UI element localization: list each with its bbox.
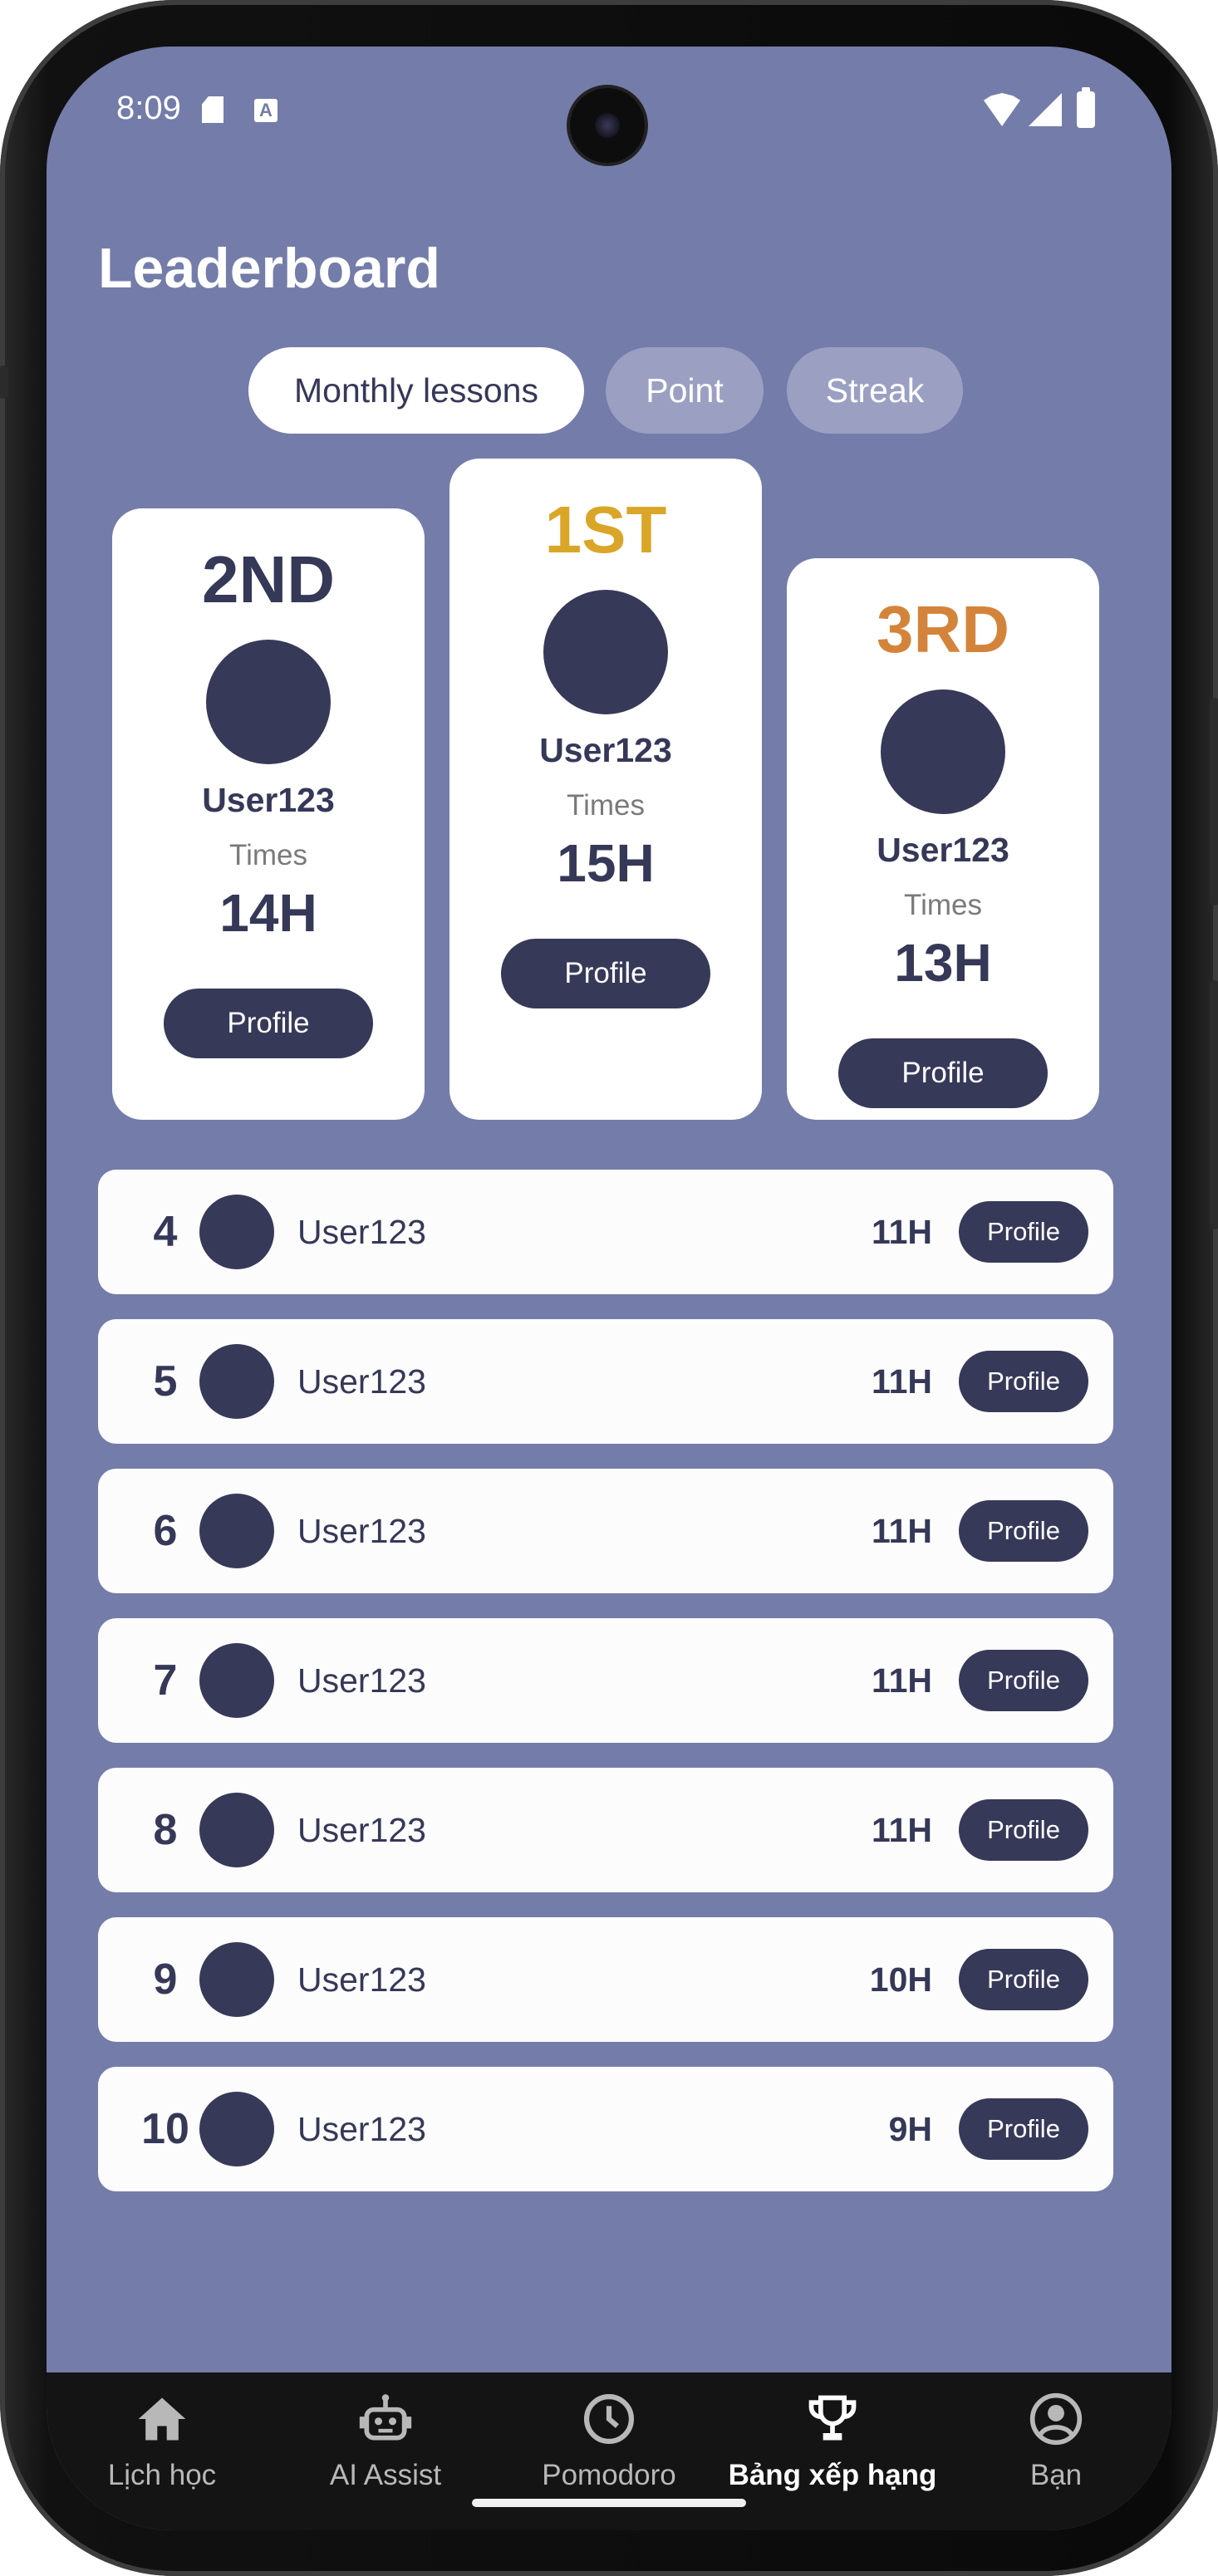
robot-icon (359, 2394, 412, 2441)
list-item: 6 User123 11H Profile (98, 1469, 1113, 1593)
podium-rank: 3RD (876, 592, 1010, 666)
home-indicator[interactable] (472, 2499, 746, 2507)
status-time: 8:09 (116, 90, 181, 126)
nav-item-bang-xep-hang[interactable]: Bảng xếp hạng (720, 2372, 945, 2530)
podium-label: Times (229, 839, 307, 871)
podium-label: Times (904, 889, 982, 921)
front-camera (570, 88, 645, 163)
list-item: 5 User123 11H Profile (98, 1319, 1113, 1444)
tab-streak[interactable]: Streak (787, 347, 963, 434)
profile-button[interactable]: Profile (959, 1949, 1088, 2010)
profile-button[interactable]: Profile (959, 1201, 1088, 1263)
time-value: 10H (869, 1960, 932, 1999)
avatar (543, 590, 668, 714)
translate-icon: A (254, 99, 277, 122)
podium-card-third: 3RD User123 Times 13H Profile (787, 558, 1099, 1120)
page-title: Leaderboard (98, 237, 440, 300)
profile-button[interactable]: Profile (959, 1799, 1088, 1861)
podium-rank: 1ST (544, 493, 667, 567)
side-notch-left (0, 366, 8, 399)
username: User123 (297, 2110, 426, 2148)
time-value: 11H (872, 1362, 932, 1401)
avatar (199, 1942, 274, 2017)
profile-button[interactable]: Profile (959, 1500, 1088, 1562)
username: User123 (297, 1362, 426, 1401)
podium-rank: 2ND (201, 542, 336, 616)
tab-point[interactable]: Point (606, 347, 764, 434)
nav-label: AI Assist (329, 2459, 442, 2491)
account-icon (1029, 2392, 1083, 2446)
volume-button (1210, 980, 1218, 1229)
avatar (199, 1494, 274, 1568)
podium-username: User123 (202, 781, 335, 819)
list-item: 8 User123 11H Profile (98, 1768, 1113, 1892)
time-value: 11H (872, 1811, 932, 1849)
list-item: 9 User123 10H Profile (98, 1917, 1113, 2042)
profile-button[interactable]: Profile (838, 1038, 1048, 1108)
nav-item-ban[interactable]: Bạn (944, 2372, 1168, 2530)
username: User123 (297, 1960, 426, 1999)
tab-monthly-lessons[interactable]: Monthly lessons (248, 347, 584, 434)
avatar (199, 1793, 274, 1867)
nav-label: Bạn (1029, 2459, 1083, 2491)
profile-button[interactable]: Profile (501, 939, 710, 1008)
podium-value: 15H (557, 833, 655, 893)
power-button (1210, 698, 1218, 905)
avatar (206, 640, 331, 764)
podium-value: 13H (894, 933, 992, 993)
username: User123 (297, 1661, 426, 1700)
nav-label: Bảng xếp hạng (728, 2459, 937, 2491)
home-icon (138, 2397, 186, 2441)
phone-frame: 8:09 A Leaderboard Monthly lessons Point… (0, 0, 1218, 2576)
trophy-icon (808, 2395, 857, 2441)
podium-username: User123 (877, 831, 1009, 869)
avatar (881, 689, 1005, 814)
app-screen: 8:09 A Leaderboard Monthly lessons Point… (47, 47, 1171, 2530)
wifi-icon (984, 93, 1020, 126)
profile-button[interactable]: Profile (959, 2098, 1088, 2160)
avatar (199, 1344, 274, 1419)
podium-label: Times (567, 789, 645, 822)
nav-item-lich-hoc[interactable]: Lịch học (50, 2372, 274, 2530)
podium-username: User123 (539, 731, 672, 769)
podium-card-first: 1ST User123 Times 15H Profile (449, 459, 762, 1120)
username: User123 (297, 1811, 426, 1849)
profile-button[interactable]: Profile (959, 1351, 1088, 1412)
username: User123 (297, 1213, 426, 1251)
clock-icon (583, 2393, 635, 2445)
list-item: 10 User123 9H Profile (98, 2067, 1113, 2191)
podium-value: 14H (219, 883, 317, 943)
time-value: 11H (872, 1661, 932, 1700)
avatar (199, 1195, 274, 1269)
profile-button[interactable]: Profile (959, 1650, 1088, 1711)
list-item: 7 User123 11H Profile (98, 1618, 1113, 1743)
time-value: 9H (888, 2110, 932, 2148)
podium-card-second: 2ND User123 Times 14H Profile (112, 508, 425, 1120)
sd-card-icon (202, 96, 223, 123)
profile-button[interactable]: Profile (164, 989, 373, 1058)
nav-item-ai-assist[interactable]: AI Assist (273, 2372, 498, 2530)
time-value: 11H (872, 1213, 932, 1251)
signal-icon (1029, 93, 1062, 126)
avatar (199, 2092, 274, 2166)
battery-icon (1077, 87, 1095, 128)
nav-label: Lịch học (107, 2459, 217, 2491)
username: User123 (297, 1512, 426, 1550)
time-value: 11H (872, 1512, 932, 1550)
list-item: 4 User123 11H Profile (98, 1170, 1113, 1294)
avatar (199, 1643, 274, 1718)
nav-label: Pomodoro (542, 2459, 676, 2491)
